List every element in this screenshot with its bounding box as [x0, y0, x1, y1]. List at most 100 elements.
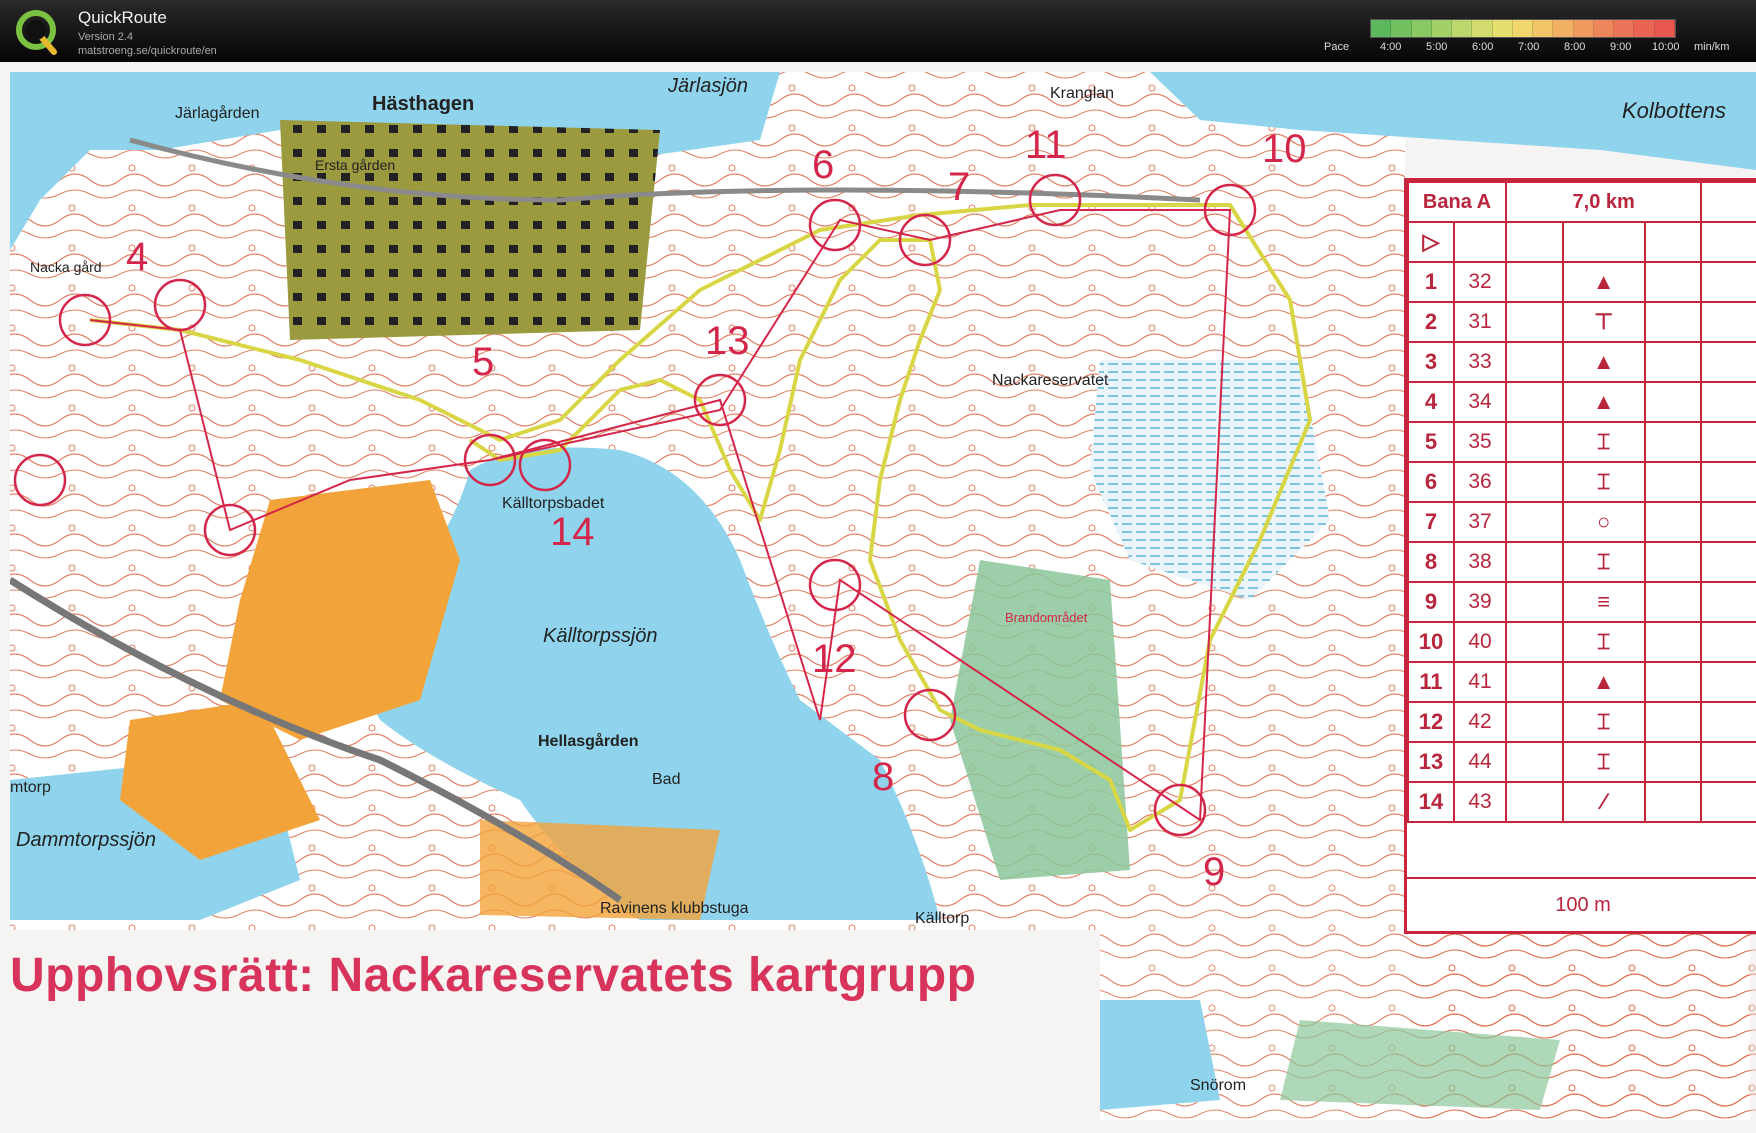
cd-control-row: 11 41 ▲ [1407, 661, 1756, 703]
cd-control-row: 14 43 ⁄ [1407, 781, 1756, 823]
cd-cell [1453, 221, 1507, 263]
place-name: Snörom [1190, 1077, 1246, 1094]
cd-cell [1505, 221, 1564, 263]
pace-color-segment [1553, 20, 1574, 37]
cd-cell [1700, 341, 1756, 383]
map-canvas[interactable]: 4 5 6 7 8 9 10 11 12 13 14 Hästhagen Jär… [0, 62, 1756, 1133]
place-name: Ersta gården [315, 157, 395, 173]
cd-cell [1700, 301, 1756, 343]
control-order: 12 [1407, 701, 1455, 743]
place-name: Kranglan [1050, 85, 1114, 102]
pace-tick: 4:00 [1380, 41, 1402, 53]
control-feature-icon: ▲ [1561, 261, 1646, 303]
cd-cell [1505, 301, 1564, 343]
place-name: Hellasgården [538, 732, 638, 750]
cd-cell [1505, 461, 1564, 503]
control-order: 2 [1407, 301, 1455, 343]
cd-cell [1505, 741, 1564, 783]
pace-color-segment [1573, 20, 1594, 37]
pace-tick: 10:00 [1652, 41, 1680, 53]
pace-tick: 8:00 [1564, 41, 1586, 53]
control-feature-icon: ⌶ [1561, 701, 1646, 743]
place-name: Nackareservatet [992, 372, 1109, 389]
control-order: 10 [1407, 621, 1455, 663]
control-feature-icon: ▲ [1561, 381, 1646, 423]
cd-cell [1700, 461, 1756, 503]
cd-cell [1700, 621, 1756, 663]
cd-control-row: 2 31 ⊤ [1407, 301, 1756, 343]
cd-cell [1643, 381, 1703, 423]
control-number-11: 11 [1025, 123, 1067, 167]
cd-cell [1505, 261, 1564, 303]
control-order: 4 [1407, 381, 1455, 423]
control-code: 40 [1453, 621, 1507, 663]
control-feature-icon: ⌶ [1561, 461, 1646, 503]
control-order: 3 [1407, 341, 1455, 383]
cd-control-row: 8 38 ⌶ [1407, 541, 1756, 583]
control-number-4: 4 [126, 235, 148, 279]
pace-color-segment [1634, 20, 1655, 37]
cd-cell [1505, 341, 1564, 383]
place-name: Kolbottens [1622, 98, 1726, 123]
cd-cell [1700, 421, 1756, 463]
control-code: 43 [1453, 781, 1507, 823]
cd-header-row: Bana A 7,0 km [1407, 181, 1756, 223]
control-feature-icon: ⁄ [1561, 781, 1646, 823]
control-order: 1 [1407, 261, 1455, 303]
control-number-12: 12 [812, 637, 857, 681]
cd-control-row: 3 33 ▲ [1407, 341, 1756, 383]
cd-cell [1700, 221, 1756, 263]
control-order: 7 [1407, 501, 1455, 543]
pace-color-segment [1391, 20, 1412, 37]
control-order: 5 [1407, 421, 1455, 463]
control-feature-icon: ▲ [1561, 341, 1646, 383]
pace-color-segment [1411, 20, 1432, 37]
cd-cell [1505, 621, 1564, 663]
cd-cell [1700, 181, 1756, 223]
cd-cell [1643, 341, 1703, 383]
pace-color-segment [1492, 20, 1513, 37]
control-number-5: 5 [472, 340, 494, 384]
app-version: Version 2.4 [78, 31, 134, 43]
pace-color-segment [1472, 20, 1493, 37]
cd-cell [1505, 661, 1564, 703]
pace-color-segment [1512, 20, 1534, 37]
cd-cell [1643, 501, 1703, 543]
pace-color-segment [1452, 20, 1473, 37]
control-number-7: 7 [948, 165, 970, 209]
app-version-info: Version 2.4 matstroeng.se/quickroute/en [78, 30, 217, 58]
cd-cell [1505, 501, 1564, 543]
cd-control-row: 10 40 ⌶ [1407, 621, 1756, 663]
app-title: QuickRoute [78, 8, 167, 27]
control-feature-icon: ⌶ [1561, 421, 1646, 463]
control-code: 32 [1453, 261, 1507, 303]
cd-cell [1643, 661, 1703, 703]
place-name: mtorp [10, 779, 51, 796]
course-length: 7,0 km [1504, 181, 1703, 223]
control-description-table: Bana A 7,0 km ▷ 1 32 ▲ 2 31 ⊤ 3 33 ▲ 4 34 ▲ 5 35 ⌶ 6 36 ⌶… [1407, 181, 1756, 823]
control-order: 11 [1407, 661, 1455, 703]
cd-cell [1643, 541, 1703, 583]
cd-cell [1643, 621, 1703, 663]
cd-control-row: 9 39 ≡ [1407, 581, 1756, 623]
control-code: 41 [1453, 661, 1507, 703]
control-feature-icon: ⌶ [1561, 621, 1646, 663]
cd-cell [1643, 581, 1703, 623]
control-feature-icon: ⊤ [1561, 301, 1646, 343]
cd-cell [1700, 661, 1756, 703]
control-code: 31 [1453, 301, 1507, 343]
control-order: 13 [1407, 741, 1455, 783]
cd-control-row: 4 34 ▲ [1407, 381, 1756, 423]
cd-cell [1643, 301, 1703, 343]
app-url[interactable]: matstroeng.se/quickroute/en [78, 44, 217, 58]
cd-cell [1643, 461, 1703, 503]
pace-label: Pace [1324, 41, 1350, 53]
cd-cell [1643, 261, 1703, 303]
start-triangle-icon: ▷ [1407, 221, 1455, 263]
finish-scale: 100 m [1555, 893, 1611, 916]
pace-unit: min/km [1694, 41, 1730, 53]
cd-cell [1700, 741, 1756, 783]
cd-cell [1700, 541, 1756, 583]
map-copyright: Upphovsrätt: Nackareservatets kartgrupp [10, 949, 977, 1002]
control-code: 35 [1453, 421, 1507, 463]
